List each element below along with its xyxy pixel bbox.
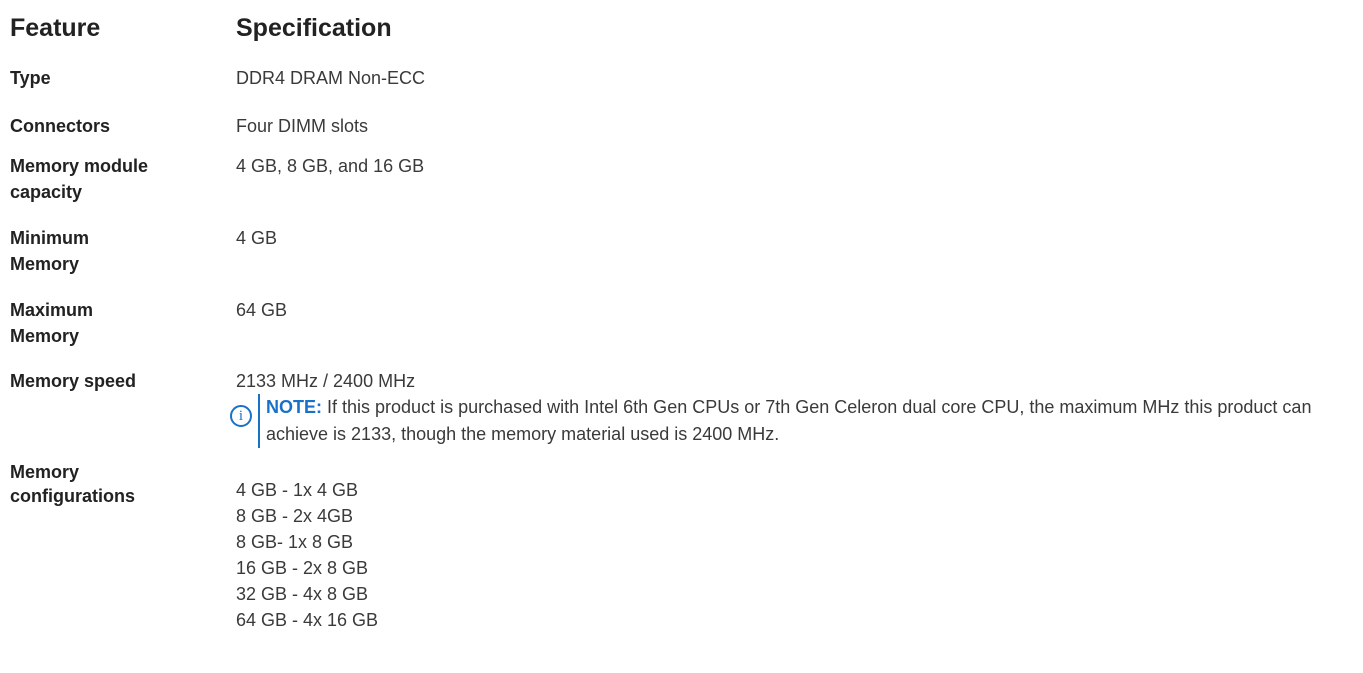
note-body: NOTE: If this product is purchased with … [258, 394, 1360, 448]
table-row-connectors: Connectors Four DIMM slots [10, 113, 1360, 139]
list-item: 64 GB - 4x 16 GB [236, 610, 379, 630]
feature-label-text: Maximum Memory [10, 300, 94, 346]
feature-label: Connectors [10, 116, 111, 136]
spec-value: DDR4 DRAM Non-ECC [236, 68, 426, 88]
spec-value: Four DIMM slots [236, 116, 369, 136]
feature-label: Memory speed [10, 371, 137, 391]
list-item: 4 GB - 1x 4 GB [236, 480, 359, 500]
table-row-minimum: Minimum Memory 4 GB [10, 225, 1360, 277]
config-list: 4 GB - 1x 4 GB 8 GB - 2x 4GB 8 GB- 1x 8 … [236, 477, 1360, 633]
list-item: 32 GB - 4x 8 GB [236, 584, 369, 604]
feature-label: Minimum Memory [10, 225, 236, 277]
table-row-maximum: Maximum Memory 64 GB [10, 297, 1360, 349]
spec-value: 4 GB, 8 GB, and 16 GB [236, 156, 425, 176]
feature-label: Maximum Memory [10, 297, 236, 349]
table-row-type: Type DDR4 DRAM Non-ECC [10, 65, 1360, 91]
feature-label-text: Memory module capacity [10, 156, 149, 202]
memory-spec-table: Feature Specification Type DDR4 DRAM Non… [10, 10, 1360, 633]
list-item: 8 GB - 2x 4GB [236, 506, 354, 526]
table-row-speed: Memory speed 2133 MHz / 2400 MHz i NOTE:… [10, 368, 1360, 448]
info-icon: i [230, 405, 252, 427]
spec-cell: 2133 MHz / 2400 MHz i NOTE: If this prod… [230, 368, 1360, 448]
feature-label: Type [10, 68, 51, 88]
note-callout: i NOTE: If this product is purchased wit… [230, 394, 1360, 448]
feature-label-text: Minimum Memory [10, 228, 89, 274]
table-row-capacity: Memory module capacity 4 GB, 8 GB, and 1… [10, 153, 1360, 205]
spec-value: 4 GB [236, 228, 278, 248]
note-label: NOTE: [266, 397, 322, 417]
table-header: Feature Specification [10, 10, 1360, 46]
table-row-configurations: Memory configurations 4 GB - 1x 4 GB 8 G… [10, 460, 1360, 633]
list-item: 16 GB - 2x 8 GB [236, 558, 369, 578]
header-specification: Specification [236, 13, 392, 42]
note-text: If this product is purchased with Intel … [266, 397, 1312, 444]
spec-value: 64 GB [236, 300, 288, 320]
feature-label-text: Memory configurations [10, 462, 135, 506]
spec-value: 2133 MHz / 2400 MHz [236, 371, 416, 391]
header-feature: Feature [10, 13, 101, 42]
list-item: 8 GB- 1x 8 GB [236, 532, 354, 552]
feature-label: Memory module capacity [10, 153, 236, 205]
feature-label: Memory configurations [10, 460, 236, 508]
